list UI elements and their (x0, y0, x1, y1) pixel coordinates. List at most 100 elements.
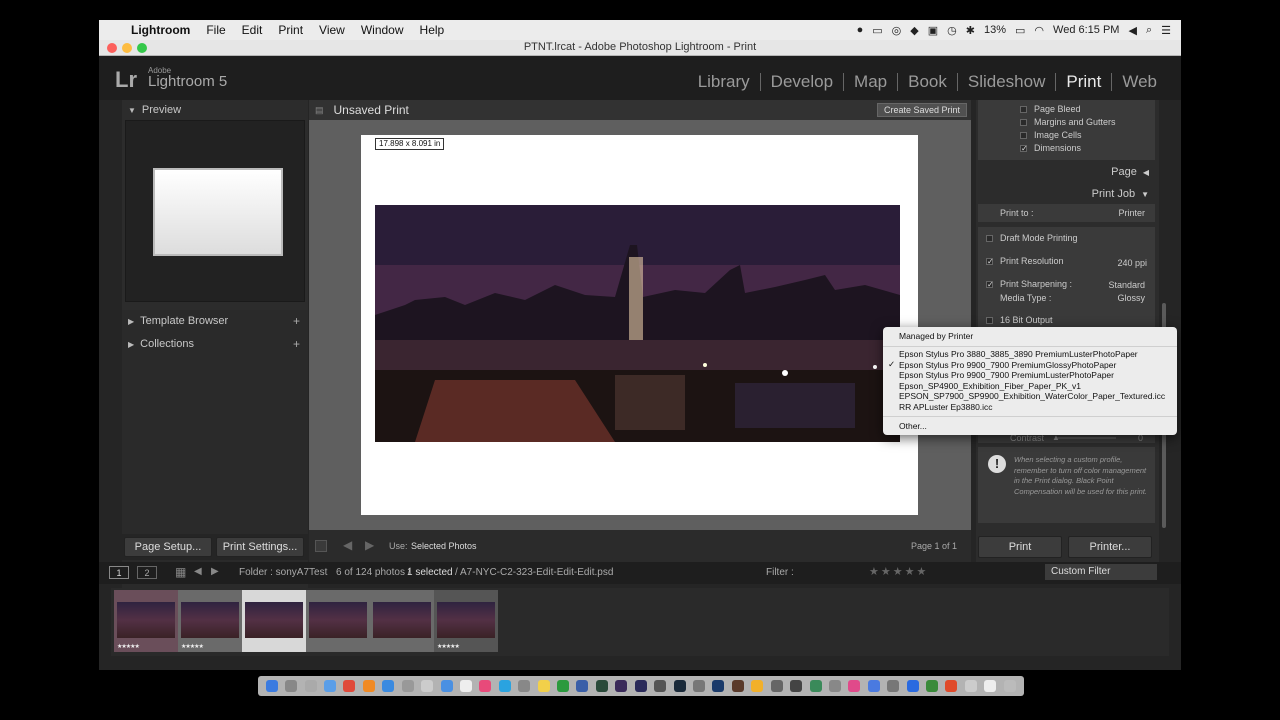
forward-arrow-icon[interactable]: ▶ (211, 566, 219, 577)
notes-icon[interactable] (537, 680, 550, 692)
profile-option[interactable]: Epson Stylus Pro 3880_3885_3890 PremiumL… (899, 349, 1138, 359)
photoshop-icon[interactable] (712, 680, 725, 692)
app-icon[interactable] (770, 680, 783, 692)
zoom-window-button[interactable] (137, 43, 147, 53)
app-icon[interactable] (382, 680, 395, 692)
print-settings-button[interactable]: Print Settings... (216, 537, 304, 557)
print-sharpening-row[interactable]: ✓ Print Sharpening : (986, 279, 1072, 289)
module-book[interactable]: Book (897, 73, 957, 91)
photo-cell[interactable] (375, 205, 900, 442)
photoshop-icon[interactable] (576, 680, 589, 692)
folder-source[interactable]: Folder : sonyA7Test (239, 567, 327, 578)
time-machine-icon[interactable]: ◷ (947, 24, 957, 37)
after-effects-icon[interactable] (615, 680, 628, 692)
excel-icon[interactable] (926, 680, 939, 692)
module-develop[interactable]: Develop (759, 73, 843, 91)
checkbox-checked[interactable]: ✓ (986, 280, 994, 288)
menu-print[interactable]: Print (270, 23, 311, 37)
app-icon[interactable] (828, 680, 841, 692)
bluetooth-icon[interactable]: ✱ (966, 24, 975, 37)
media-type-select[interactable]: Glossy (1117, 293, 1145, 303)
module-slideshow[interactable]: Slideshow (956, 73, 1056, 91)
menu-window[interactable]: Window (353, 23, 412, 37)
profile-option[interactable]: EPSON_SP7900_SP9900_Exhibition_WaterColo… (899, 391, 1165, 401)
app-icon[interactable] (401, 680, 414, 692)
window-1-button[interactable]: 1 (109, 566, 129, 579)
checkbox-checked[interactable]: ✓ (1020, 144, 1028, 152)
filmstrip-thumbnail[interactable]: ★★★★★ (434, 590, 498, 652)
checkbox[interactable] (986, 234, 993, 242)
firefox-icon[interactable] (362, 680, 375, 692)
checkbox[interactable] (1020, 105, 1027, 113)
window-2-button[interactable]: 2 (137, 566, 157, 579)
volume-icon[interactable]: ◀ (1128, 24, 1136, 37)
app-icon[interactable] (809, 680, 822, 692)
preview-header[interactable]: ▼ Preview (122, 100, 308, 120)
filmstrip-thumbnail[interactable] (370, 590, 434, 652)
print-button[interactable]: Print (978, 536, 1062, 558)
menu-edit[interactable]: Edit (234, 23, 271, 37)
profile-option[interactable]: Epson_SP4900_Exhibition_Fiber_Paper_PK_v… (899, 381, 1081, 391)
checkbox[interactable] (1020, 118, 1027, 126)
template-browser-header[interactable]: ▶ Template Browser + (122, 311, 308, 331)
profile-option[interactable]: Epson Stylus Pro 9900_7900 PremiumLuster… (899, 370, 1114, 380)
add-template-icon[interactable]: + (293, 314, 300, 328)
battery-icon[interactable]: ▭ (1015, 24, 1025, 37)
notification-center-icon[interactable]: ☰ (1161, 24, 1171, 37)
guide-margins[interactable]: Margins and Gutters (1020, 117, 1116, 127)
chrome-icon[interactable] (343, 680, 356, 692)
mail-icon[interactable] (440, 680, 453, 692)
add-collection-icon[interactable]: + (293, 337, 300, 351)
collections-header[interactable]: ▶ Collections + (122, 334, 308, 354)
minimize-window-button[interactable] (122, 43, 132, 53)
app-icon[interactable] (964, 680, 977, 692)
module-web[interactable]: Web (1111, 73, 1167, 91)
notification-icon[interactable]: ● (857, 24, 864, 36)
menu-help[interactable]: Help (412, 23, 453, 37)
downloads-icon[interactable] (984, 680, 997, 692)
display-icon[interactable]: ▭ (872, 24, 882, 37)
close-window-button[interactable] (107, 43, 117, 53)
stop-button[interactable] (315, 540, 327, 552)
app-icon[interactable] (945, 680, 958, 692)
filmstrip-thumbnail[interactable]: ★★★★★ (178, 590, 242, 652)
print-to-select[interactable]: Printer (1118, 208, 1145, 218)
profile-managed-by-printer[interactable]: Managed by Printer (899, 331, 973, 341)
rating-filter-stars-icon[interactable]: ★★★★★ (869, 565, 928, 578)
profile-other[interactable]: Other... (899, 421, 927, 431)
print-resolution-value[interactable]: 240 ppi (1117, 258, 1147, 268)
itunes-icon[interactable] (848, 680, 861, 692)
clock[interactable]: Wed 6:15 PM (1053, 24, 1119, 36)
checkbox[interactable] (1020, 131, 1027, 139)
app-icon[interactable] (421, 680, 434, 692)
app-icon[interactable] (751, 680, 764, 692)
toolbar-icon[interactable]: ▤ (315, 105, 324, 116)
spotlight-icon[interactable]: ⌕ (1146, 24, 1152, 37)
trash-icon[interactable] (1003, 680, 1016, 692)
calendar-icon[interactable] (459, 680, 472, 692)
grid-icon[interactable]: ▦ (175, 565, 186, 579)
app-icon[interactable] (731, 680, 744, 692)
use-dropdown[interactable]: Selected Photos (411, 541, 477, 551)
premiere-icon[interactable] (634, 680, 647, 692)
guide-page-bleed[interactable]: Page Bleed (1020, 104, 1081, 114)
custom-filter-select[interactable]: Custom Filter (1045, 564, 1157, 580)
module-library[interactable]: Library (688, 73, 760, 91)
contrast-slider[interactable] (1056, 437, 1116, 439)
wifi-icon[interactable]: ◠ (1034, 24, 1044, 37)
module-map[interactable]: Map (843, 73, 897, 91)
page-section-header[interactable]: Page ◀ (1111, 166, 1149, 178)
guide-dimensions[interactable]: ✓ Dimensions (1020, 143, 1081, 153)
app-icon[interactable] (654, 680, 667, 692)
app-store-icon[interactable] (867, 680, 880, 692)
print-sharpening-select[interactable]: Standard (1108, 280, 1145, 290)
filmstrip-thumbnail[interactable] (306, 590, 370, 652)
skype-icon[interactable] (498, 680, 511, 692)
print-resolution-row[interactable]: ✓ Print Resolution (986, 256, 1064, 266)
checkbox[interactable] (986, 316, 993, 324)
back-arrow-icon[interactable]: ◀ (194, 566, 202, 577)
module-print[interactable]: Print (1055, 73, 1111, 91)
launchpad-icon[interactable] (285, 680, 298, 692)
menu-app[interactable]: Lightroom (123, 23, 198, 37)
file-name[interactable]: / A7-NYC-C2-323-Edit-Edit-Edit.psd (455, 567, 613, 578)
